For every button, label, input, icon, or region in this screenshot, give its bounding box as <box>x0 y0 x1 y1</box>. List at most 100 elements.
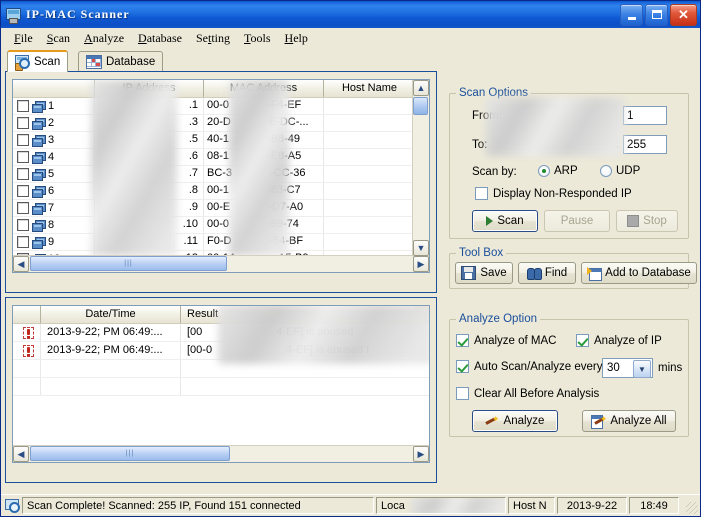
log-result-cell <box>181 378 415 395</box>
hosts-scroll-right-button[interactable]: ▶ <box>413 256 429 272</box>
menu-tools[interactable]: Tools <box>237 30 278 47</box>
hosts-scroll-left-button[interactable]: ◀ <box>13 256 29 272</box>
log-col-datetime[interactable]: Date/Time <box>41 306 181 323</box>
row-index-label: 1 <box>48 99 55 112</box>
row-index-cell[interactable]: 6 <box>13 183 95 199</box>
host-name-cell <box>324 149 415 165</box>
log-col-result[interactable]: Result <box>181 306 415 323</box>
radio-udp[interactable]: UDP <box>600 165 640 177</box>
analyze-mac-checkbox[interactable]: Analyze of MAC <box>456 334 556 347</box>
interval-combobox[interactable]: 30 ▼ <box>602 358 653 378</box>
maximize-button[interactable] <box>645 3 668 26</box>
col-index[interactable] <box>13 80 95 97</box>
close-button[interactable]: ✕ <box>670 3 697 26</box>
log-datetime-cell <box>41 378 181 395</box>
row-index-cell[interactable]: 5 <box>13 166 95 182</box>
row-checkbox[interactable] <box>17 134 29 146</box>
row-checkbox[interactable] <box>17 185 29 197</box>
list-item[interactable]: 2013-9-22; PM 06:49:... [00 4-EF] is abuse… <box>13 324 429 342</box>
analyze-all-button[interactable]: ✦ Analyze All <box>582 410 676 432</box>
auto-scan-checkbox[interactable]: Auto Scan/Analyze every <box>456 360 603 373</box>
row-index-cell[interactable]: 2 <box>13 115 95 131</box>
log-col-icon[interactable] <box>13 306 41 323</box>
analyze-ip-checkbox[interactable]: Analyze of IP <box>576 334 662 347</box>
col-host-name[interactable]: Host Name <box>324 80 415 97</box>
menu-analyze[interactable]: Analyze <box>77 30 131 47</box>
row-index-cell[interactable]: 1 <box>13 98 95 114</box>
hosts-vertical-scrollbar[interactable]: ▲ ▼ <box>412 80 429 256</box>
table-row[interactable]: 2 .3 20-D E-DC-... <box>13 115 429 132</box>
minimize-button[interactable] <box>620 3 643 26</box>
row-index-cell[interactable]: 7 <box>13 200 95 216</box>
application-window: IP-MAC Scanner ✕ File Scan Analyze Datab… <box>0 0 701 517</box>
row-checkbox[interactable] <box>17 100 29 112</box>
table-row[interactable]: 1 .1 00-0 -F4-EF <box>13 98 429 115</box>
list-item[interactable]: 2013-9-22; PM 06:49:... [00-0 4-EF] is abu… <box>13 342 429 360</box>
menu-help[interactable]: Help <box>278 30 315 47</box>
log-table[interactable]: Date/Time Result 2013-9-22; PM 06:49:...… <box>12 305 430 463</box>
mac-prefix: 08-1 <box>207 150 230 162</box>
pause-button[interactable]: Pause <box>544 210 610 232</box>
clear-all-label: Clear All Before Analysis <box>474 387 600 400</box>
col-mac-address[interactable]: MAC Address <box>204 80 324 97</box>
analyze-ip-indicator <box>576 334 589 347</box>
mac-suffix: -CC-36 <box>270 167 306 179</box>
row-checkbox[interactable] <box>17 202 29 214</box>
host-name-cell <box>324 200 415 216</box>
hosts-horizontal-scrollbar[interactable]: ◀ ||| <box>13 255 413 272</box>
menu-database[interactable]: Database <box>131 30 189 47</box>
hosts-table[interactable]: IP Address MAC Address Host Name 1.1 00-0… <box>12 79 430 273</box>
row-index-cell[interactable]: 9 <box>13 234 95 250</box>
radio-arp[interactable]: ARP <box>538 165 578 177</box>
from-input[interactable] <box>623 106 667 125</box>
hosts-scroll-down-button[interactable]: ▼ <box>413 240 429 256</box>
hosts-scroll-up-button[interactable]: ▲ <box>413 80 429 96</box>
chevron-down-icon[interactable]: ▼ <box>633 360 651 378</box>
to-input[interactable] <box>623 135 667 154</box>
table-row[interactable]: 5 .7 BC-3 -CC-36 <box>13 166 429 183</box>
tab-scan[interactable]: Scan <box>7 50 69 72</box>
col-ip-address[interactable]: IP Address <box>95 80 204 97</box>
row-checkbox[interactable] <box>17 219 29 231</box>
menu-scan[interactable]: Scan <box>40 30 77 47</box>
row-checkbox[interactable] <box>17 151 29 163</box>
auto-scan-indicator <box>456 360 469 373</box>
row-checkbox[interactable] <box>17 168 29 180</box>
hosts-horizontal-scroll-thumb[interactable]: ||| <box>30 256 227 271</box>
ip-range-redaction-overlay <box>486 98 624 156</box>
table-row[interactable]: 3 .5 40-1 -B8-49 <box>13 132 429 149</box>
status-bar: Scan Complete! Scanned: 255 IP, Found 15… <box>1 494 700 516</box>
log-horizontal-scrollbar[interactable]: ◀ ||| ▶ <box>13 445 429 462</box>
menu-setting[interactable]: Setting <box>189 30 237 47</box>
table-row[interactable]: 4 .6 08-1 -E8-A5 <box>13 149 429 166</box>
tab-database[interactable]: Database <box>78 51 164 71</box>
row-checkbox[interactable] <box>17 117 29 129</box>
row-checkbox[interactable] <box>17 236 29 248</box>
stop-button[interactable]: Stop <box>616 210 678 232</box>
row-index-cell[interactable]: 3 <box>13 132 95 148</box>
row-index-cell[interactable]: 8 <box>13 217 95 233</box>
menu-file[interactable]: File <box>7 30 40 47</box>
table-row[interactable]: 8 .10 00-0 -99-74 <box>13 217 429 234</box>
table-row[interactable]: 6 .8 00-1 -83-C7 <box>13 183 429 200</box>
scan-button[interactable]: Scan <box>472 210 538 232</box>
find-button[interactable]: Find <box>518 262 576 284</box>
display-non-responded-checkbox[interactable]: Display Non-Responded IP <box>475 187 632 200</box>
add-to-database-button[interactable]: Add to Database <box>581 262 697 284</box>
log-horizontal-scroll-thumb[interactable]: ||| <box>30 446 230 461</box>
table-row[interactable]: 9 .11 F0-D -54-BF <box>13 234 429 251</box>
find-button-label: Find <box>544 267 568 279</box>
analyze-button[interactable]: ✦ Analyze <box>472 410 558 432</box>
database-grid-icon <box>86 54 102 69</box>
clear-all-checkbox[interactable]: Clear All Before Analysis <box>456 387 599 400</box>
save-button[interactable]: Save <box>455 262 513 284</box>
hosts-vertical-scroll-thumb[interactable] <box>413 97 428 115</box>
mins-label: mins <box>658 362 683 374</box>
log-scroll-right-button[interactable]: ▶ <box>413 446 429 462</box>
log-scroll-left-button[interactable]: ◀ <box>13 446 29 462</box>
tool-box-group: Tool Box Save Find Add to Database <box>449 247 697 289</box>
status-local-redaction-overlay <box>411 498 505 513</box>
resize-grip-icon[interactable] <box>686 502 698 514</box>
row-index-cell[interactable]: 4 <box>13 149 95 165</box>
table-row[interactable]: 7 .9 00-E -D7-A0 <box>13 200 429 217</box>
